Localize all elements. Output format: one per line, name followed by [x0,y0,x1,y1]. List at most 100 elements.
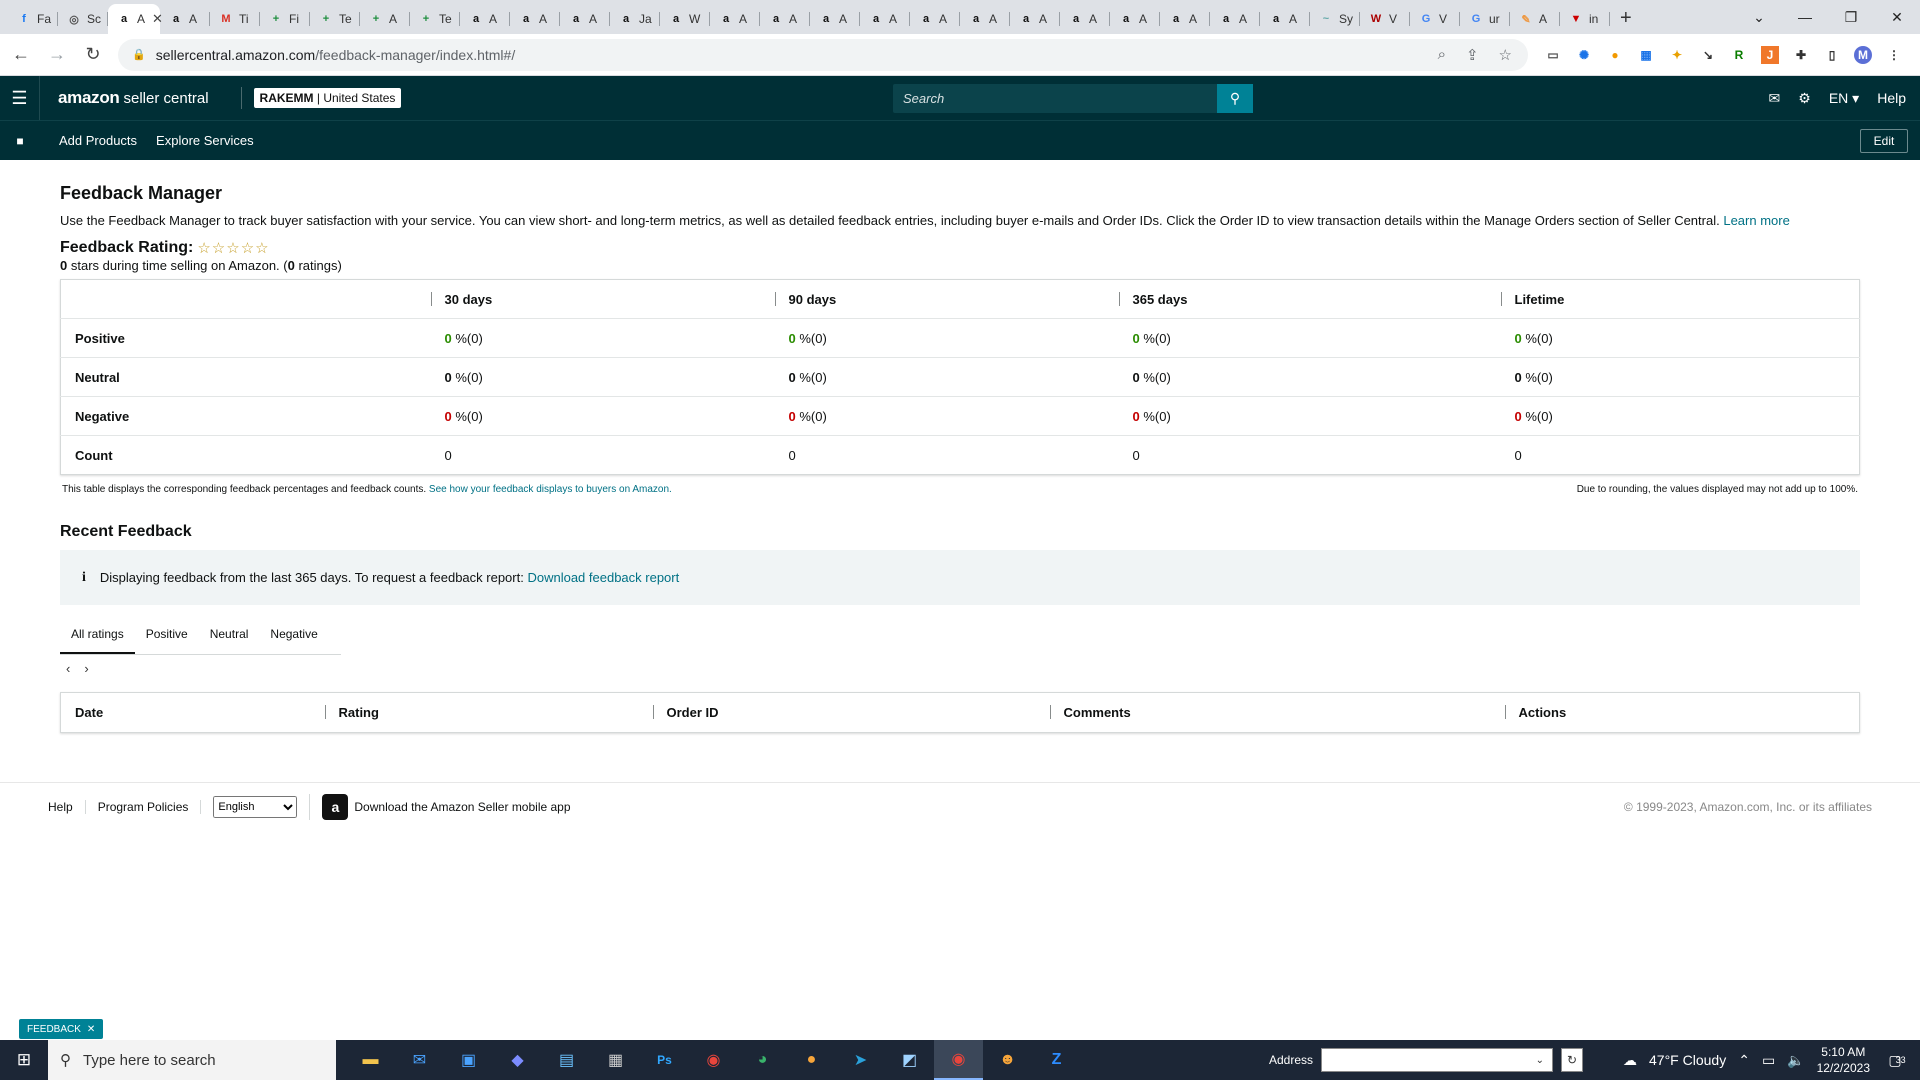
browser-tab[interactable]: WV [1360,4,1410,34]
account-switcher[interactable]: RAKEMM | United States [253,88,402,108]
profile-avatar[interactable]: M [1854,45,1872,64]
browser-tab[interactable]: aA [1260,4,1310,34]
footer-help-link[interactable]: Help [48,799,86,814]
hamburger-menu-icon[interactable]: ☰ [0,76,40,120]
taskbar-search[interactable]: ⚲ Type here to search [48,1040,336,1080]
download-report-link[interactable]: Download feedback report [527,570,679,585]
extension-rs-icon[interactable]: R [1730,46,1748,64]
browser-tab[interactable]: aA [510,4,560,34]
browser-tab[interactable]: f Fa [8,4,58,34]
extension-cursor-icon[interactable]: ↘ [1699,46,1717,64]
app-monitor-icon[interactable]: ▤ [542,1040,591,1080]
extensions-puzzle-icon[interactable]: ✚ [1792,46,1810,64]
edit-button[interactable]: Edit [1860,129,1908,153]
notification-icon[interactable]: ▢ 33 [1882,1045,1912,1075]
chrome-profile-icon[interactable]: ◉ [934,1040,983,1080]
bookmark-icon[interactable]: ■ [0,134,40,148]
browser-tab[interactable]: aA [160,4,210,34]
search-icon[interactable]: ⚲ [1217,84,1253,113]
nav-explore-services[interactable]: Explore Services [156,133,254,148]
browser-tab[interactable]: a Ja [610,4,660,34]
browser-tab[interactable]: aA [1210,4,1260,34]
extension-sparkle-icon[interactable]: ✦ [1668,46,1686,64]
seller-central-logo[interactable]: amazon seller central [58,88,209,108]
nav-add-products[interactable]: Add Products [59,133,137,148]
tab-negative[interactable]: Negative [259,617,328,654]
tab-positive[interactable]: Positive [135,617,199,654]
bookmark-star-icon[interactable]: ☆ [1499,46,1512,64]
network-icon[interactable]: ▭ [1762,1052,1775,1069]
browser-tab[interactable]: aA [1160,4,1210,34]
refresh-icon[interactable]: ↻ [1561,1048,1583,1072]
browser-tab[interactable]: a A ✕ [108,4,163,34]
tab-neutral[interactable]: Neutral [199,617,260,654]
browser-tab[interactable]: aW [660,4,710,34]
tray-chevron-icon[interactable]: ⌃ [1738,1052,1750,1069]
extension-off-icon[interactable]: ▭ [1544,46,1562,64]
footer-policies-link[interactable]: Program Policies [98,799,202,814]
new-tab-icon[interactable]: + [1620,7,1632,30]
browser-tab[interactable]: aA [860,4,910,34]
windows-start-icon[interactable]: ⊞ [0,1040,48,1080]
weather-text[interactable]: 47°F Cloudy [1649,1052,1726,1068]
file-explorer-icon[interactable]: ▬ [346,1040,395,1080]
settings-gear-icon[interactable]: ⚙ [1798,90,1811,107]
browser-tab[interactable]: aA [1010,4,1060,34]
reload-icon[interactable]: ↻ [78,40,108,70]
browser-tab[interactable]: ~ Sy [1310,4,1360,34]
minimize-icon[interactable]: — [1782,0,1828,34]
close-icon[interactable]: ✕ [87,1024,95,1035]
browser-tab[interactable]: aA [810,4,860,34]
taskbar-clock[interactable]: 5:10 AM 12/2/2023 [1817,1044,1870,1076]
tab-all-ratings[interactable]: All ratings [60,617,135,654]
close-window-icon[interactable]: ✕ [1874,0,1920,34]
back-icon[interactable]: ← [6,40,36,70]
mail-icon[interactable]: ✉ [1769,90,1781,107]
extension-js-icon[interactable]: J [1761,45,1779,64]
feedback-display-link[interactable]: See how your feedback displays to buyers… [429,484,672,495]
extension-orange-icon[interactable]: ● [1606,46,1624,64]
browser-tab[interactable]: aA [460,4,510,34]
next-page-icon[interactable]: › [84,661,88,676]
app-orange-icon[interactable]: ● [787,1040,836,1080]
column-header[interactable]: Rating [324,693,653,733]
feedback-button[interactable]: FEEDBACK ✕ [19,1019,104,1039]
app-blue-icon[interactable]: ◆ [493,1040,542,1080]
browser-tab[interactable]: aA [1110,4,1160,34]
previous-page-icon[interactable]: ‹ [66,661,70,676]
browser-tab[interactable]: + A [360,4,410,34]
app-notes-icon[interactable]: ◩ [885,1040,934,1080]
extension-blue-icon[interactable]: ▦ [1637,46,1655,64]
chrome-icon[interactable]: ◉ [689,1040,738,1080]
telegram-icon[interactable]: ➤ [836,1040,885,1080]
header-search-input[interactable] [893,91,1217,106]
column-header[interactable]: Comments [1049,693,1505,733]
calculator-icon[interactable]: ▦ [591,1040,640,1080]
browser-tab[interactable]: GV [1410,4,1460,34]
browser-tab[interactable]: aA [960,4,1010,34]
address-input[interactable]: ⌄ [1321,1048,1553,1072]
volume-icon[interactable]: 🔈 [1787,1052,1804,1069]
language-selector[interactable]: EN ▾ [1829,90,1859,107]
forward-icon[interactable]: → [42,40,72,70]
browser-tab[interactable]: aA [1060,4,1110,34]
photoshop-icon[interactable]: Ps [640,1040,689,1080]
browser-tab[interactable]: aA [560,4,610,34]
learn-more-link[interactable]: Learn more [1723,213,1789,228]
restore-icon[interactable]: ❐ [1828,0,1874,34]
share-icon[interactable]: ⇪ [1466,46,1479,64]
column-header[interactable]: Order ID [652,693,1050,733]
browser-tab[interactable]: + Te [410,4,460,34]
browser-menu-icon[interactable]: ⋮ [1885,46,1903,64]
extension-globe-icon[interactable]: ✺ [1575,46,1593,64]
store-icon[interactable]: ▣ [444,1040,493,1080]
browser-tab[interactable]: aA [910,4,960,34]
footer-language-select[interactable]: English [213,795,298,818]
zoom-icon[interactable]: ⌕ [1438,46,1446,64]
browser-tab[interactable]: M Ti [210,4,260,34]
side-panel-icon[interactable]: ▯ [1823,46,1841,64]
zoom-app-icon[interactable]: Z [1032,1040,1081,1080]
browser-tab[interactable]: + Te [310,4,360,34]
mobile-app-link[interactable]: a Download the Amazon Seller mobile app [309,793,571,820]
browser-tab[interactable]: Gur [1460,4,1510,34]
